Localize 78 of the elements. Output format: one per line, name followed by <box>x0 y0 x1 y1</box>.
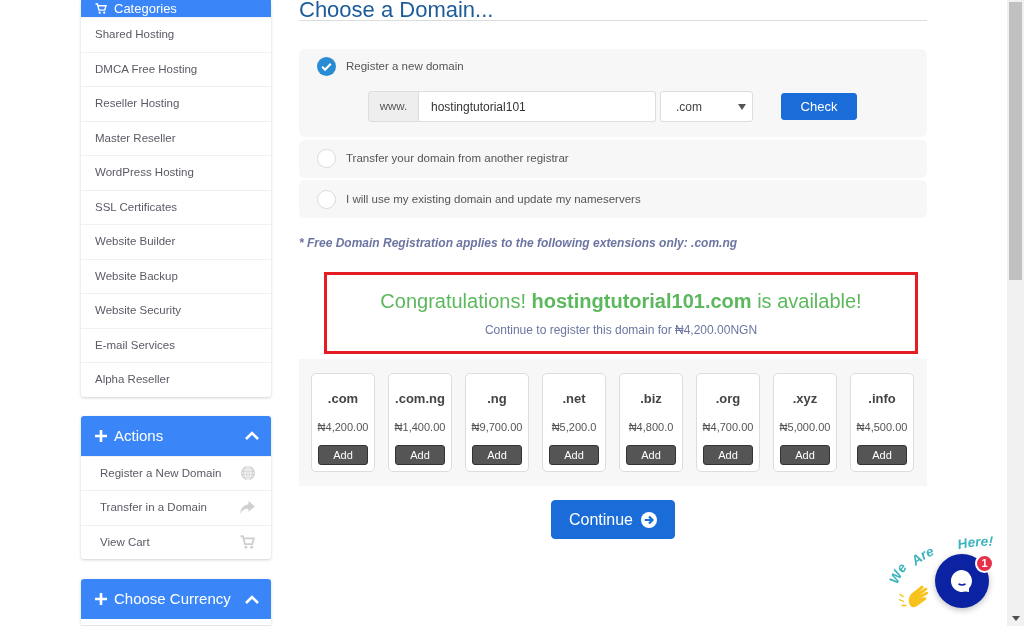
extension-price: ₦5,000.00 <box>779 420 831 435</box>
tld-dropdown[interactable]: .com <box>660 91 753 122</box>
extension-name: .net <box>562 391 586 407</box>
availability-price-text: Continue to register this domain for ₦4,200.00NGN <box>483 322 759 338</box>
category-link[interactable]: Website Builder <box>81 224 271 259</box>
extension-price: ₦1,400.00 <box>394 420 446 435</box>
chevron-icon[interactable] <box>245 594 259 604</box>
category-link[interactable]: Website Security <box>81 293 271 328</box>
option-label[interactable]: Register a new domain <box>346 57 464 76</box>
extension-name: .info <box>868 391 896 407</box>
domain-prefix: www. <box>368 91 419 122</box>
extension-name: .org <box>715 391 741 407</box>
add-button[interactable]: Add <box>318 445 368 465</box>
option-label[interactable]: Transfer your domain from another registrar <box>346 149 569 168</box>
panel-title: Categories <box>114 0 178 17</box>
extension-name: .com <box>327 391 359 407</box>
extension-name: .com.ng <box>395 391 445 407</box>
extension-price: ₦9,700.00 <box>471 420 523 435</box>
add-button[interactable]: Add <box>780 445 830 465</box>
extension-price: ₦4,800.0 <box>628 420 674 435</box>
panel-header[interactable]: Choose Currency <box>81 579 271 619</box>
action-link[interactable]: Transfer in a Domain <box>81 490 271 525</box>
category-link[interactable]: Master Reseller <box>81 120 271 155</box>
waving-hand-icon <box>899 585 929 609</box>
action-link[interactable]: View Cart <box>81 524 271 559</box>
radio-button[interactable] <box>317 149 336 168</box>
add-button[interactable]: Add <box>857 445 907 465</box>
page-title: Choose a Domain... <box>299 0 927 21</box>
cart-icon <box>95 3 107 14</box>
extension-name: .biz <box>640 391 662 407</box>
free-domain-note: * Free Domain Registration applies to the following extensions only: .com.ng <box>299 236 739 250</box>
extension-price: ₦4,700.00 <box>702 420 754 435</box>
category-link[interactable]: DMCA Free Hosting <box>81 51 271 86</box>
notification-badge: 1 <box>975 554 994 573</box>
continue-button[interactable]: Continue <box>551 500 675 539</box>
chat-caption: Are <box>908 543 937 569</box>
category-link[interactable]: SSL Certificates <box>81 189 271 224</box>
chat-bubble-icon <box>951 570 973 592</box>
scrollbar-thumb[interactable] <box>1009 2 1022 280</box>
panel-title: Choose Currency <box>114 590 232 608</box>
category-link[interactable]: Alpha Reseller <box>81 362 271 397</box>
panel-title: Actions <box>114 426 165 445</box>
cart-icon <box>240 535 255 550</box>
scrollbar-track[interactable] <box>1007 0 1024 626</box>
panel-header[interactable]: Actions <box>81 415 271 456</box>
extension-name: .xyz <box>792 391 818 407</box>
extension-price: ₦5,200.0 <box>551 420 597 435</box>
add-button[interactable]: Add <box>626 445 676 465</box>
domain-input[interactable]: hostingtutorial101 <box>419 91 656 122</box>
add-button[interactable]: Add <box>395 445 445 465</box>
add-button[interactable]: Add <box>703 445 753 465</box>
chat-button[interactable] <box>935 554 989 608</box>
panel-header[interactable]: Categories <box>81 0 271 17</box>
radio-button[interactable] <box>317 189 336 209</box>
scroll-down-icon[interactable] <box>1011 616 1020 621</box>
category-link[interactable]: Shared Hosting <box>81 17 271 52</box>
category-link[interactable]: WordPress Hosting <box>81 155 271 190</box>
extension-price: ₦4,500.00 <box>856 420 908 435</box>
plus-icon <box>95 593 107 605</box>
caret-icon <box>738 103 746 110</box>
share-arrow-icon <box>240 501 255 515</box>
add-button[interactable]: Add <box>472 445 522 465</box>
category-link[interactable]: Website Backup <box>81 258 271 293</box>
radio-button[interactable] <box>317 57 336 76</box>
globe-icon <box>241 466 255 481</box>
action-link[interactable]: Register a New Domain <box>81 455 271 490</box>
option-label[interactable]: I will use my existing domain and update my nameservers <box>346 189 641 209</box>
extension-name: .ng <box>487 391 507 407</box>
chevron-icon[interactable] <box>245 431 259 440</box>
category-link[interactable]: Reseller Hosting <box>81 86 271 121</box>
add-button[interactable]: Add <box>549 445 599 465</box>
availability-headline: Congratulations! hostingtutorial101.com is available! <box>379 289 863 313</box>
plus-icon <box>95 429 107 442</box>
check-button[interactable]: Check <box>781 93 857 120</box>
extension-price: ₦4,200.00 <box>317 420 369 435</box>
arrow-circle-icon <box>641 511 657 528</box>
chat-caption: We <box>886 560 910 586</box>
category-link[interactable]: E-mail Services <box>81 327 271 362</box>
